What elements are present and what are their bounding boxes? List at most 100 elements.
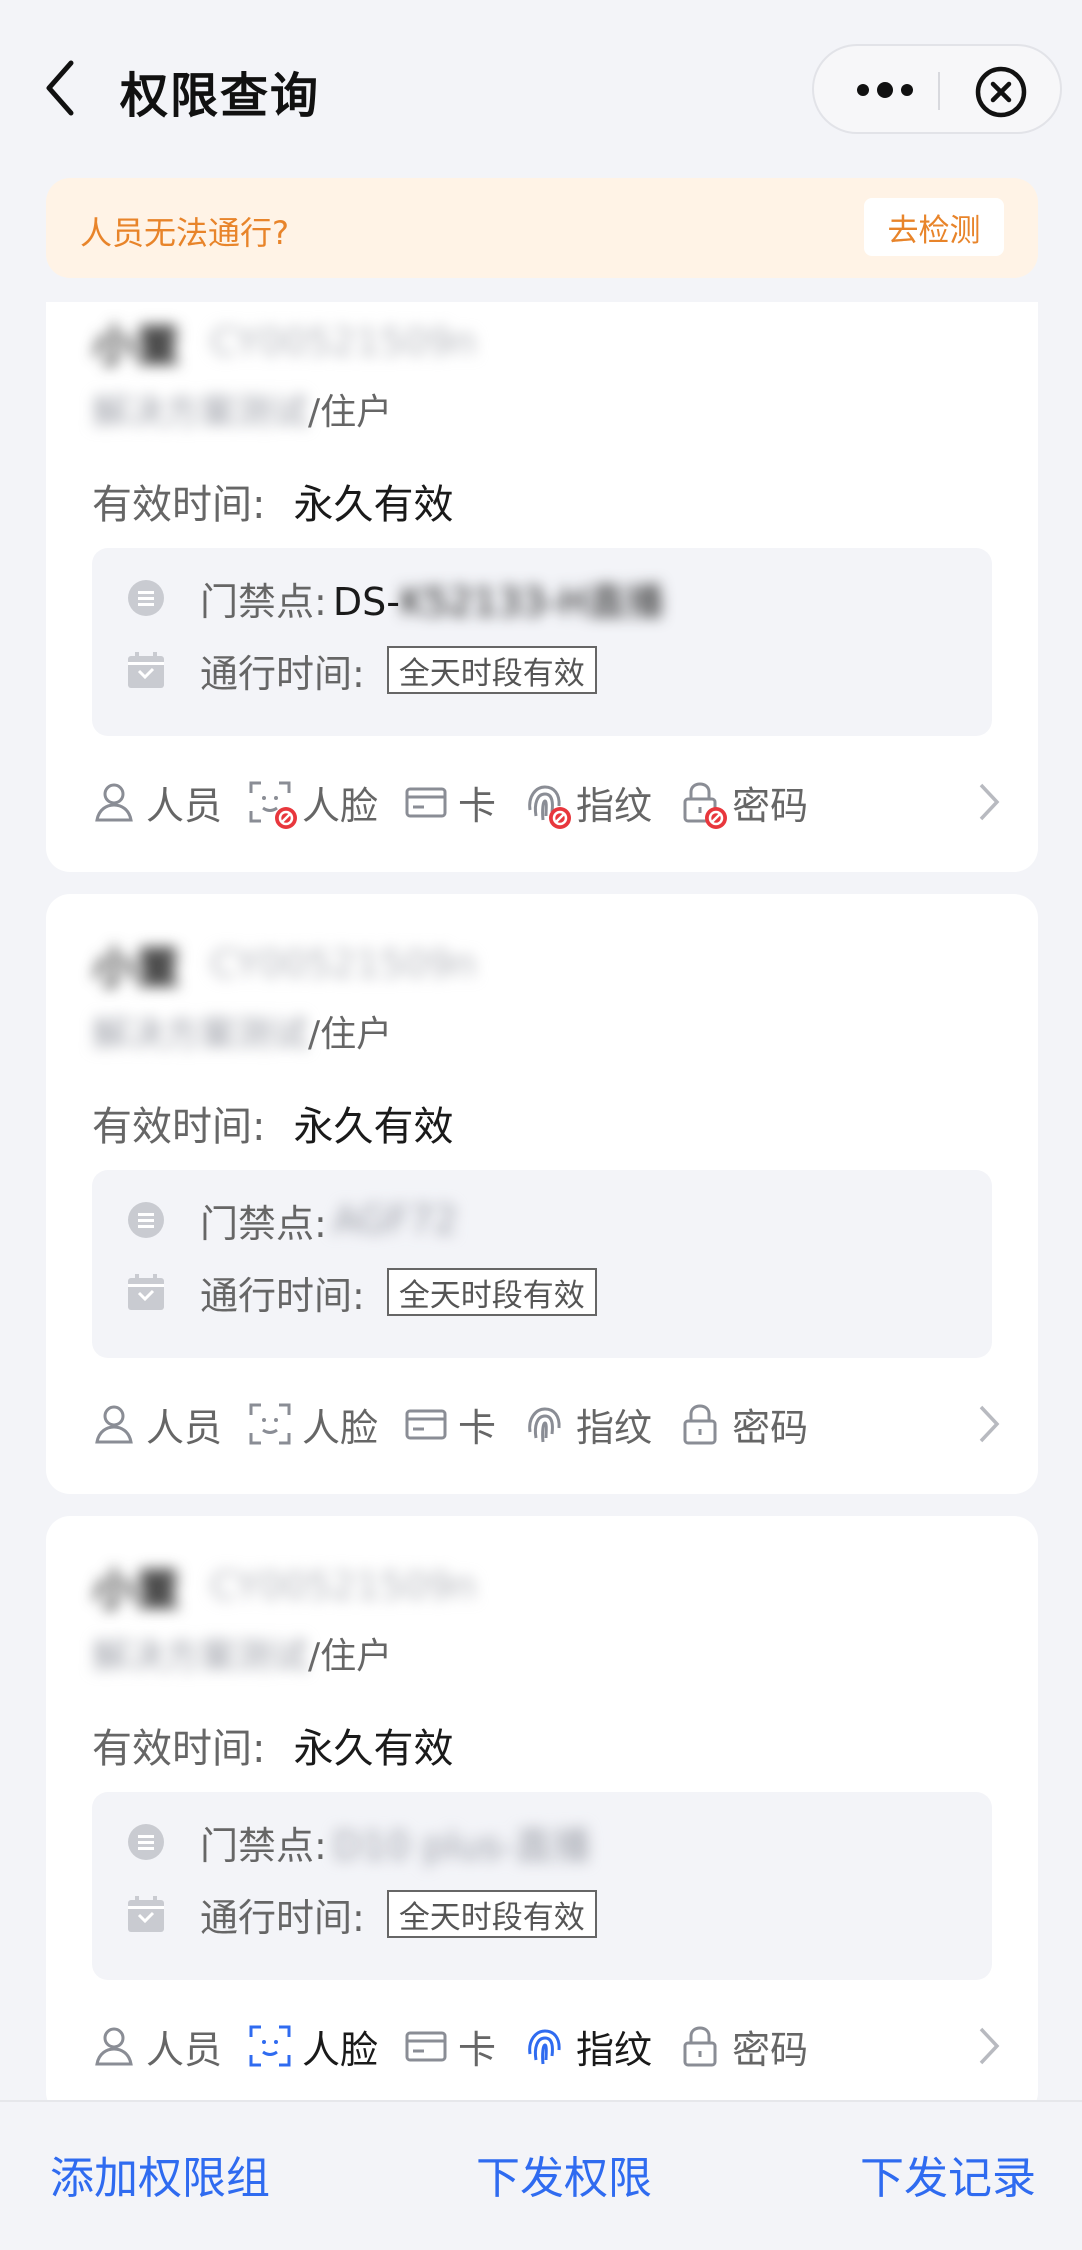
credential-label: 卡 <box>458 783 497 828</box>
credential-password: 密码 <box>678 775 808 830</box>
person-icon <box>92 780 136 824</box>
credential-row: 人员 人脸 卡 指纹 密码 <box>92 1394 1002 1454</box>
banner-text: 人员无法通行? <box>80 214 289 252</box>
person-name: 小董 <box>92 943 180 994</box>
door-name: K52133-H直播 <box>399 579 664 624</box>
chevron-right-icon[interactable] <box>976 2026 1002 2066</box>
issue-permission-button[interactable]: 下发权限 <box>476 2142 652 2206</box>
credential-fingerprint: 指纹 <box>522 2019 652 2074</box>
door-point-icon <box>126 578 166 618</box>
validity-line: 有效时间: 永久有效 <box>92 1716 453 1774</box>
person-name: 小董 <box>92 321 180 372</box>
warning-banner: 人员无法通行? 去检测 <box>46 178 1038 278</box>
credential-label: 指纹 <box>576 2027 653 2072</box>
department-line: 解决方案测试 /住户 <box>92 1628 392 1678</box>
validity-line: 有效时间: 永久有效 <box>92 1094 453 1152</box>
calendar-icon <box>126 1272 166 1312</box>
department-name: 解决方案测试 <box>92 1014 309 1055</box>
credential-person: 人员 <box>92 775 222 830</box>
department-line: 解决方案测试 /住户 <box>92 1006 392 1056</box>
issue-record-button[interactable]: 下发记录 <box>860 2142 1036 2206</box>
credential-label: 指纹 <box>576 1405 653 1450</box>
credential-row: 人员 人脸 卡 指纹 密码 <box>92 2016 1002 2076</box>
calendar-icon <box>126 1894 166 1934</box>
card-icon <box>404 2024 448 2068</box>
credential-card: 卡 <box>404 1397 496 1452</box>
lock-icon <box>678 1402 722 1446</box>
door-name: D10 plus-直播 <box>332 1823 591 1868</box>
permission-card[interactable]: 小董 CY00521509n 解决方案测试 /住户 有效时间: 永久有效 门禁点… <box>46 1516 1038 2116</box>
close-button[interactable] <box>974 65 1028 119</box>
capsule-divider <box>938 72 940 110</box>
face-icon <box>248 2024 292 2068</box>
validity-value: 永久有效 <box>293 1104 454 1150</box>
add-permission-group-button[interactable]: 添加权限组 <box>50 2142 270 2206</box>
validity-line: 有效时间: 永久有效 <box>92 472 453 530</box>
more-button[interactable] <box>850 72 920 108</box>
person-line: 小董 CY00521509n <box>92 1556 477 1616</box>
validity-value: 永久有效 <box>293 482 454 528</box>
credential-person: 人员 <box>92 2019 222 2074</box>
door-label: 门禁点: <box>200 1201 327 1246</box>
person-name: 小董 <box>92 1565 180 1616</box>
more-dots-icon <box>857 82 913 98</box>
credential-label: 人脸 <box>302 1405 379 1450</box>
door-row: 门禁点: DS-K52133-H直播 <box>126 570 664 626</box>
credential-person: 人员 <box>92 1397 222 1452</box>
pass-time-row: 通行时间: 全天时段有效 <box>126 1264 597 1320</box>
pass-time-tag: 全天时段有效 <box>386 646 597 694</box>
credential-label: 密码 <box>732 783 809 828</box>
card-icon <box>404 1402 448 1446</box>
close-circle-icon <box>975 66 1027 118</box>
face-icon <box>248 780 298 829</box>
credential-face: 人脸 <box>248 1397 378 1452</box>
ban-icon <box>705 807 728 829</box>
person-icon <box>92 2024 136 2068</box>
permission-card[interactable]: 小董 CY00521509n 解决方案测试 /住户 有效时间: 永久有效 门禁点… <box>46 894 1038 1494</box>
person-id: CY00521509n <box>210 320 477 364</box>
door-row: 门禁点: AGF72 <box>126 1192 458 1248</box>
person-line: 小董 CY00521509n <box>92 934 477 994</box>
access-info-box: 门禁点: D10 plus-直播 通行时间: 全天时段有效 <box>92 1792 992 1980</box>
role-label: /住户 <box>308 1014 393 1055</box>
door-row: 门禁点: D10 plus-直播 <box>126 1814 591 1870</box>
card-icon <box>404 780 448 824</box>
miniapp-capsule <box>812 44 1062 134</box>
chevron-right-icon[interactable] <box>976 782 1002 822</box>
person-id: CY00521509n <box>210 942 477 986</box>
pass-time-tag: 全天时段有效 <box>386 1890 597 1938</box>
credential-fingerprint: 指纹 <box>522 775 652 830</box>
door-label: 门禁点: <box>200 579 327 624</box>
pass-time-label: 通行时间: <box>200 651 365 696</box>
bottom-action-bar: 添加权限组 下发权限 下发记录 <box>0 2100 1082 2250</box>
access-info-box: 门禁点: AGF72 通行时间: 全天时段有效 <box>92 1170 992 1358</box>
fingerprint-icon <box>522 1402 566 1446</box>
credential-label: 人脸 <box>302 783 379 828</box>
calendar-icon <box>126 650 166 690</box>
door-point-icon <box>126 1822 166 1862</box>
door-label: 门禁点: <box>200 1823 327 1868</box>
door-name: AGF72 <box>332 1198 458 1242</box>
credential-label: 密码 <box>732 2027 809 2072</box>
department-name: 解决方案测试 <box>92 1636 309 1677</box>
validity-label: 有效时间: <box>92 1104 266 1150</box>
detect-button[interactable]: 去检测 <box>864 198 1004 256</box>
face-icon <box>248 1402 292 1446</box>
validity-value: 永久有效 <box>293 1726 454 1772</box>
access-info-box: 门禁点: DS-K52133-H直播 通行时间: 全天时段有效 <box>92 548 992 736</box>
department-name: 解决方案测试 <box>92 392 309 433</box>
chevron-right-icon[interactable] <box>976 1404 1002 1444</box>
validity-label: 有效时间: <box>92 482 266 528</box>
credential-password: 密码 <box>678 2019 808 2074</box>
pass-time-tag: 全天时段有效 <box>386 1268 597 1316</box>
permission-card[interactable]: 小董 CY00521509n 解决方案测试 /住户 有效时间: 永久有效 门禁点… <box>46 302 1038 872</box>
department-line: 解决方案测试 /住户 <box>92 384 392 434</box>
credential-face: 人脸 <box>248 2019 378 2074</box>
lock-icon <box>678 2024 722 2068</box>
ban-icon <box>549 807 572 829</box>
lock-icon <box>678 780 728 829</box>
back-button[interactable] <box>40 58 80 118</box>
role-label: /住户 <box>308 392 393 433</box>
credential-label: 人员 <box>146 1405 223 1450</box>
door-value: D10 plus-直播 <box>333 1815 591 1870</box>
